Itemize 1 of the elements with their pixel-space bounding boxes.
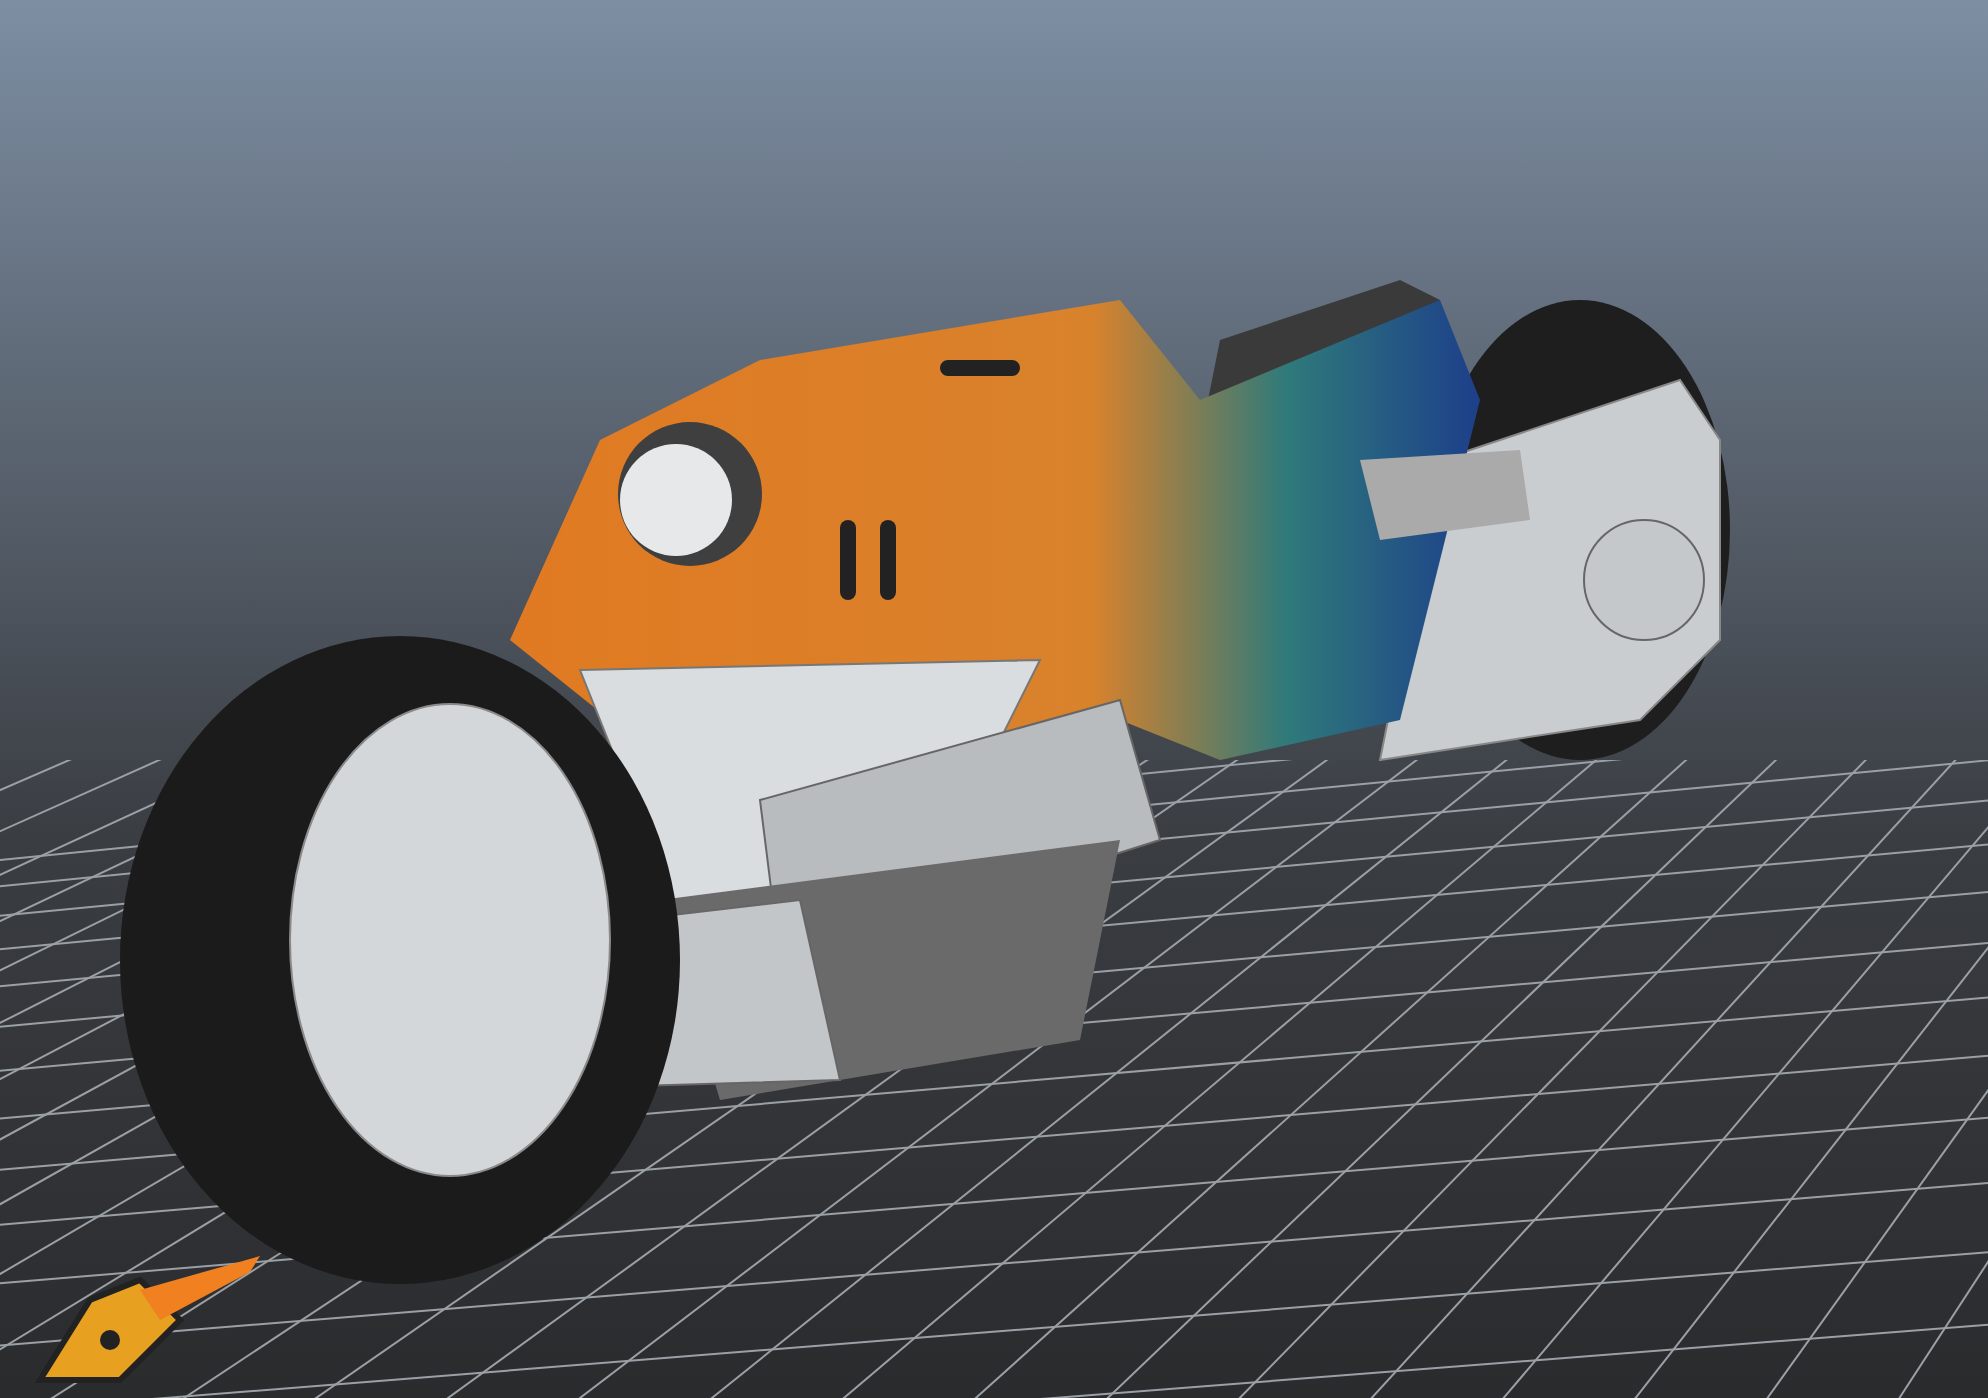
mascot-logo-icon (34, 1256, 260, 1383)
